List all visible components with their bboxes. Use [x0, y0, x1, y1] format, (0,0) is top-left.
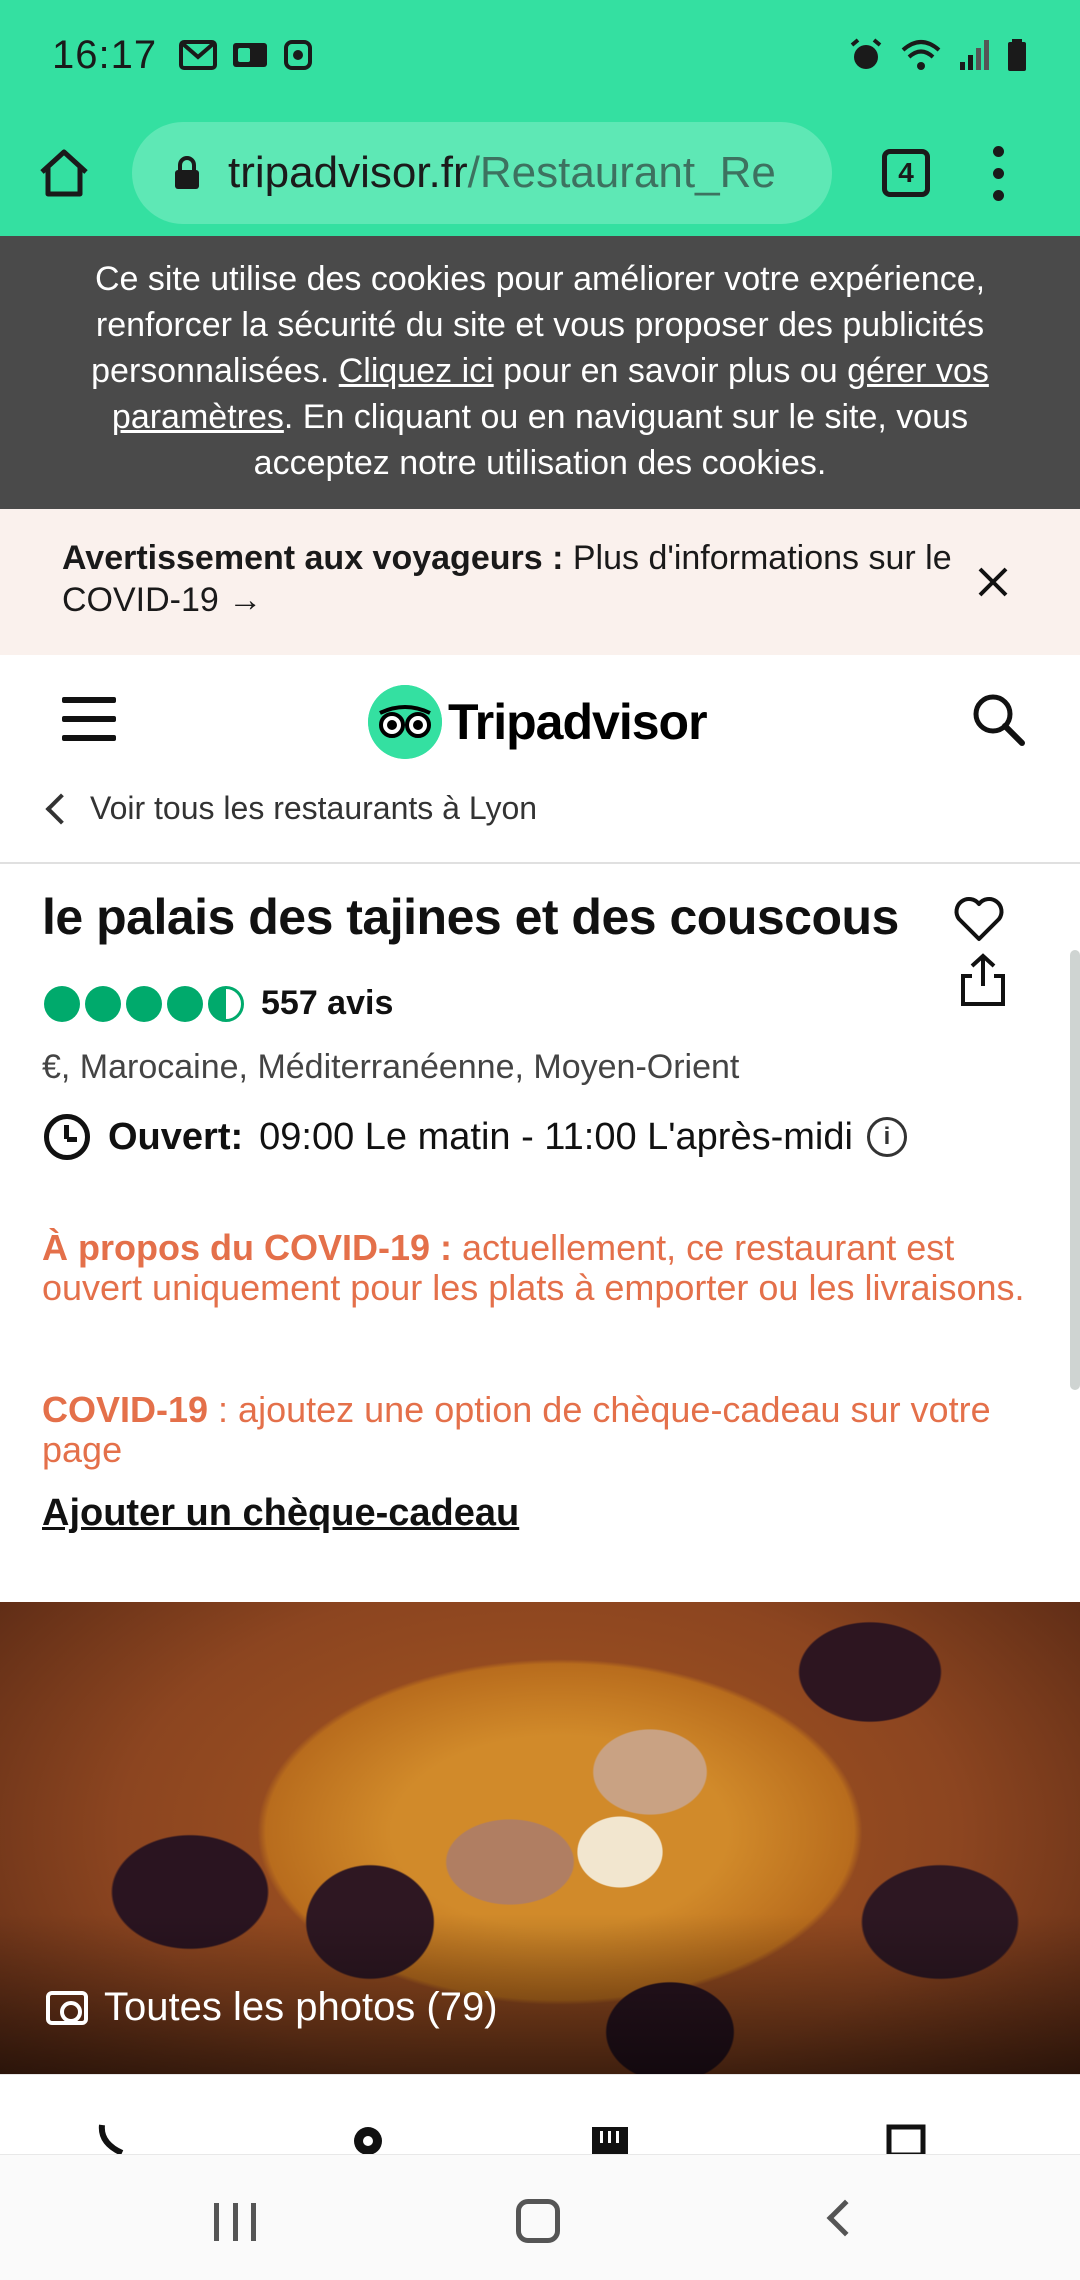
hamburger-icon[interactable]: [62, 697, 116, 741]
covid-note-label: À propos du COVID-19 :: [42, 1227, 453, 1268]
url-domain: tripadvisor.fr: [228, 148, 468, 197]
status-time: 16:17: [52, 32, 158, 77]
rating-bubble-icon: [85, 985, 121, 1022]
review-count[interactable]: 557 avis: [261, 984, 393, 1023]
url-text: tripadvisor.fr/Restaurant_Re: [228, 148, 808, 198]
address-bar[interactable]: tripadvisor.fr/Restaurant_Re: [132, 122, 832, 224]
lock-icon: [175, 156, 199, 189]
travel-warning-banner[interactable]: Avertissement aux voyageurs : Plus d'inf…: [0, 509, 1080, 655]
outlook-icon: [233, 43, 268, 67]
covid-giftcard-label: COVID-19: [42, 1389, 209, 1430]
home-nav-button[interactable]: [516, 2199, 560, 2243]
back-to-restaurants-link[interactable]: Voir tous les restaurants à Lyon: [44, 790, 537, 827]
signal-icon: [960, 40, 989, 70]
home-button[interactable]: [34, 143, 94, 203]
rating-row[interactable]: 557 avis: [44, 984, 393, 1023]
info-icon[interactable]: i: [866, 1117, 907, 1157]
recent-apps-button[interactable]: [214, 2203, 256, 2241]
tripadvisor-logo[interactable]: Tripadvisor: [368, 685, 708, 759]
system-icons: [848, 37, 1028, 73]
owl-logo-icon: [368, 685, 442, 759]
url-path: /Restaurant_Re: [467, 148, 776, 197]
search-icon[interactable]: [970, 691, 1026, 747]
status-bar: 16:17: [0, 0, 1080, 110]
scrollbar[interactable]: [1070, 950, 1080, 1390]
all-photos-button[interactable]: Toutes les photos (79): [46, 1985, 498, 2030]
cookie-text-2: pour en savoir plus ou: [493, 352, 848, 390]
opening-hours: Ouvert: 09:00 Le matin - 11:00 L'après-m…: [44, 1114, 907, 1160]
close-icon[interactable]: [976, 565, 1010, 599]
back-link-label: Voir tous les restaurants à Lyon: [90, 790, 538, 826]
share-icon[interactable]: [958, 952, 1008, 1008]
more-vert-icon[interactable]: [988, 145, 1008, 201]
website-icon[interactable]: [886, 2123, 926, 2155]
alarm-icon: [850, 38, 882, 69]
covid-note-giftcard: COVID-19 : ajoutez une option de chèque-…: [42, 1390, 1042, 1470]
rating-bubble-icon: [126, 985, 162, 1022]
covid-note-takeaway: À propos du COVID-19 : actuellement, ce …: [42, 1228, 1042, 1308]
rating-bubble-icon: [167, 985, 203, 1022]
home-icon: [40, 149, 88, 197]
travel-warning-label: Avertissement aux voyageurs :: [62, 539, 564, 577]
divider: [0, 862, 1080, 864]
tab-switcher-button[interactable]: 4: [882, 149, 930, 197]
location-pin-icon[interactable]: [348, 2123, 388, 2155]
cookie-banner: Ce site utilise des cookies pour amélior…: [0, 236, 1080, 509]
notification-icons: [179, 39, 313, 71]
hours-value: 09:00 Le matin - 11:00 L'après-midi: [259, 1115, 853, 1158]
action-bar: [0, 2074, 1080, 2155]
heart-icon[interactable]: [952, 894, 1006, 944]
clock-icon: [44, 1114, 90, 1160]
menu-utensils-icon[interactable]: [590, 2123, 630, 2155]
phone-icon[interactable]: [96, 2123, 136, 2155]
system-navigation-bar: [0, 2154, 1080, 2280]
site-header: Tripadvisor: [0, 655, 1080, 785]
cuisine-list: €, Marocaine, Méditerranéenne, Moyen-Ori…: [42, 1048, 740, 1086]
all-photos-label: Toutes les photos (79): [104, 1985, 498, 2029]
wifi-icon: [901, 40, 941, 70]
browser-toolbar: tripadvisor.fr/Restaurant_Re 4: [0, 110, 1080, 236]
cookie-text-3: . En cliquant ou en naviguant sur le sit…: [253, 398, 969, 482]
restaurant-title: le palais des tajines et des couscous: [42, 889, 899, 945]
chevron-left-icon: [45, 792, 77, 825]
rating-bubble-icon: [44, 985, 80, 1022]
hours-label: Ouvert:: [108, 1115, 244, 1158]
logo-text: Tripadvisor: [448, 694, 708, 750]
back-nav-button[interactable]: [826, 2199, 864, 2237]
camera-icon: [46, 1990, 88, 2025]
battery-icon: [1008, 39, 1026, 71]
gmail-icon: [179, 40, 218, 70]
cookie-link-learn-more[interactable]: Cliquez ici: [339, 352, 494, 390]
app-notification-icon: [284, 40, 313, 70]
rating-half-bubble-icon: [208, 985, 244, 1022]
add-gift-card-link[interactable]: Ajouter un chèque-cadeau: [42, 1492, 519, 1535]
